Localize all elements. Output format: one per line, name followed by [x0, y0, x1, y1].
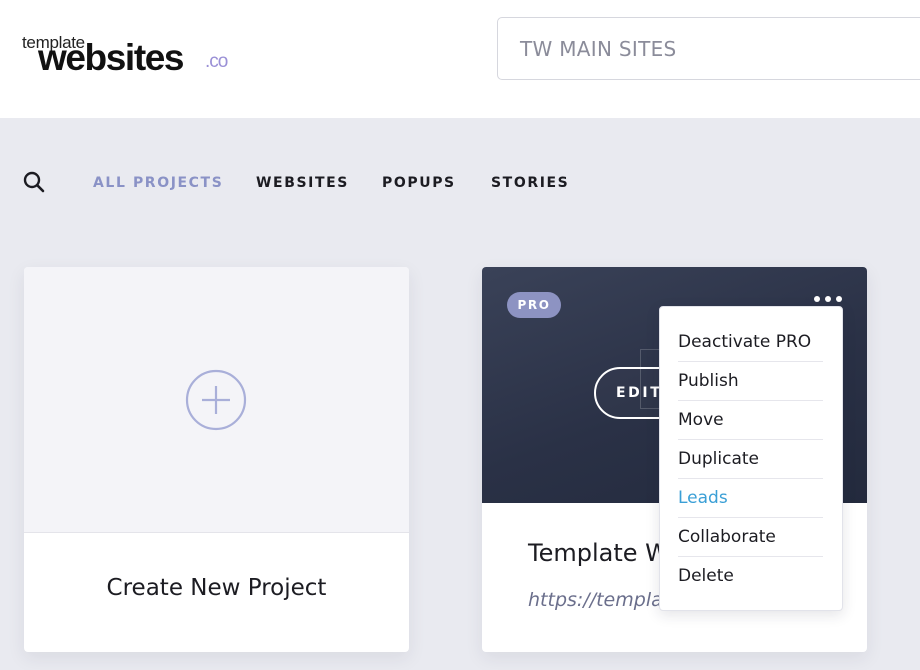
- tab-all-projects[interactable]: ALL PROJECTS: [93, 175, 223, 191]
- logo-suffix: .co: [205, 51, 228, 72]
- menu-item-publish[interactable]: Publish: [678, 362, 823, 401]
- project-title[interactable]: Template W: [528, 539, 669, 567]
- menu-item-move[interactable]: Move: [678, 401, 823, 440]
- plus-circle-icon[interactable]: [185, 369, 247, 431]
- menu-item-collaborate[interactable]: Collaborate: [678, 518, 823, 557]
- create-project-label: Create New Project: [106, 575, 327, 601]
- project-url[interactable]: https://templa: [528, 589, 663, 611]
- workspace-value: TW MAIN SITES: [520, 37, 677, 61]
- tab-websites[interactable]: WEBSITES: [256, 175, 349, 191]
- search-icon[interactable]: [22, 170, 46, 194]
- menu-item-delete[interactable]: Delete: [678, 557, 823, 596]
- logo-big-text: websites: [38, 37, 184, 78]
- menu-item-leads[interactable]: Leads: [678, 479, 823, 518]
- pro-badge: PRO: [507, 292, 561, 318]
- tab-stories[interactable]: STORIES: [491, 175, 569, 191]
- menu-item-duplicate[interactable]: Duplicate: [678, 440, 823, 479]
- logo[interactable]: template websites .co: [22, 33, 242, 81]
- create-project-card[interactable]: Create New Project: [24, 267, 409, 652]
- top-bar: template websites .co TW MAIN SITES: [0, 0, 920, 118]
- project-context-menu: Deactivate PRO Publish Move Duplicate Le…: [659, 306, 843, 611]
- workspace-selector[interactable]: TW MAIN SITES: [497, 17, 920, 80]
- more-dots-icon[interactable]: [812, 294, 844, 304]
- menu-item-deactivate-pro[interactable]: Deactivate PRO: [678, 323, 823, 362]
- tab-popups[interactable]: POPUPS: [382, 175, 456, 191]
- create-project-preview: [24, 267, 409, 533]
